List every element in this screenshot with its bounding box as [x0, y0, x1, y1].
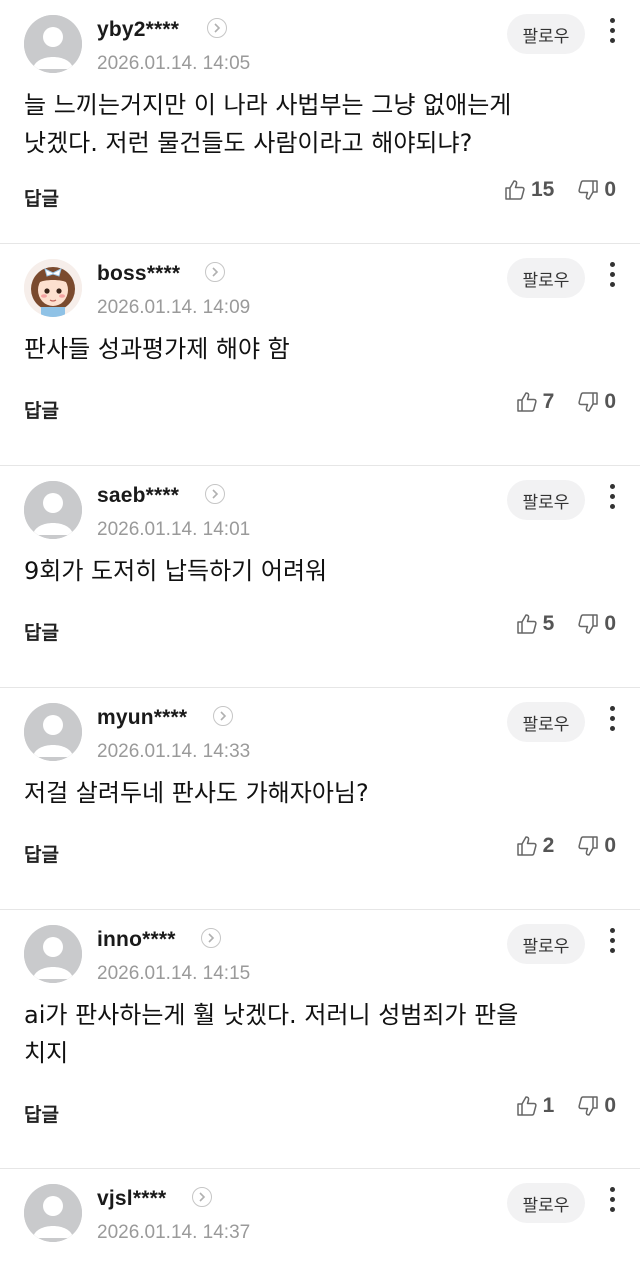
like-count: 15 [530, 178, 555, 201]
nickname[interactable]: saeb**** [97, 484, 179, 508]
reply-button[interactable]: 답글 [24, 1100, 59, 1127]
like-button[interactable]: 15 [503, 178, 554, 202]
nickname[interactable]: myun**** [97, 706, 187, 730]
dislike-count: 0 [604, 612, 616, 635]
nickname[interactable]: inno**** [97, 928, 176, 952]
comment-date: 2026.01.14. 14:15 [97, 963, 251, 984]
dislike-button[interactable]: 0 [576, 178, 616, 202]
more-vertical-icon[interactable] [606, 928, 618, 958]
comment-date: 2026.01.14. 14:33 [97, 741, 251, 762]
dislike-button[interactable]: 0 [576, 834, 616, 858]
comment-item: yby2**** 2026.01.14. 14:05 팔로우 늘 느끼는거지만 … [0, 0, 640, 244]
follow-button[interactable]: 팔로우 [507, 702, 585, 742]
dislike-count: 0 [604, 178, 616, 201]
avatar[interactable] [24, 1184, 82, 1242]
comment-text: 9회가 도저히 납득하기 어려워 [24, 557, 328, 585]
comment-header: myun**** 2026.01.14. 14:33 팔로우 [24, 688, 616, 772]
like-button[interactable]: 2 [515, 834, 555, 858]
more-vertical-icon[interactable] [606, 706, 618, 736]
comment-item: vjsl**** 2026.01.14. 14:37 팔로우 [0, 1169, 640, 1285]
comment-actions: 답글 7 0 [24, 368, 616, 464]
like-button[interactable]: 7 [515, 390, 555, 414]
comment-date: 2026.01.14. 14:05 [97, 53, 251, 74]
comment-text: ai가 판사하는게 훨 낫겠다. 저러니 성범죄가 판을 치지 [24, 1001, 519, 1067]
like-count: 1 [542, 1094, 555, 1117]
chevron-right-icon[interactable] [201, 928, 221, 948]
avatar[interactable] [24, 481, 82, 539]
dislike-count: 0 [604, 1094, 616, 1117]
dislike-button[interactable]: 0 [576, 612, 616, 636]
comment-header: boss**** 2026.01.14. 14:09 팔로우 [24, 244, 616, 328]
thumbs-down-icon [578, 1096, 599, 1116]
comment-item: inno**** 2026.01.14. 14:15 팔로우 ai가 판사하는게… [0, 910, 640, 1169]
nickname[interactable]: yby2**** [97, 18, 179, 42]
dislike-count: 0 [604, 390, 616, 413]
more-vertical-icon[interactable] [606, 18, 618, 48]
comment-actions: 답글 1 0 [24, 1072, 616, 1166]
chevron-right-icon[interactable] [213, 706, 233, 726]
comment-item: myun**** 2026.01.14. 14:33 팔로우 저걸 살려두네 판… [0, 688, 640, 910]
dislike-button[interactable]: 0 [576, 1094, 616, 1118]
like-button[interactable]: 1 [515, 1094, 555, 1118]
comment-list: yby2**** 2026.01.14. 14:05 팔로우 늘 느끼는거지만 … [0, 0, 640, 1285]
more-vertical-icon[interactable] [606, 1187, 618, 1217]
more-vertical-icon[interactable] [606, 484, 618, 514]
follow-button[interactable]: 팔로우 [507, 480, 585, 520]
thumbs-up-icon [505, 180, 525, 200]
chevron-right-icon[interactable] [205, 484, 225, 504]
chevron-right-icon[interactable] [207, 18, 227, 38]
comment-actions: 답글 5 0 [24, 590, 616, 686]
thumbs-up-icon [516, 392, 537, 412]
thumbs-down-icon [578, 180, 599, 200]
like-button[interactable]: 5 [515, 612, 555, 636]
like-count: 2 [542, 834, 555, 857]
thumbs-down-icon [578, 392, 599, 412]
reply-button[interactable]: 답글 [24, 618, 59, 645]
nickname[interactable]: boss**** [97, 262, 180, 286]
comment-date: 2026.01.14. 14:37 [97, 1222, 251, 1243]
thumbs-up-icon [516, 614, 537, 634]
dislike-count: 0 [604, 834, 616, 857]
thumbs-up-icon [516, 836, 537, 856]
chevron-right-icon[interactable] [205, 262, 225, 282]
follow-button[interactable]: 팔로우 [507, 1183, 585, 1223]
dislike-button[interactable]: 0 [576, 390, 616, 414]
avatar[interactable] [24, 15, 82, 73]
reply-button[interactable]: 답글 [24, 396, 59, 423]
comment-item: boss**** 2026.01.14. 14:09 팔로우 판사들 성과평가제… [0, 244, 640, 466]
comment-text: 저걸 살려두네 판사도 가해자아님? [24, 779, 369, 807]
vote-group: 1 0 [493, 1094, 616, 1118]
like-count: 7 [542, 390, 555, 413]
nickname[interactable]: vjsl**** [97, 1187, 166, 1211]
follow-button[interactable]: 팔로우 [507, 924, 585, 964]
comment-header: inno**** 2026.01.14. 14:15 팔로우 [24, 910, 616, 994]
comment-header: vjsl**** 2026.01.14. 14:37 팔로우 [24, 1169, 616, 1253]
like-count: 5 [542, 612, 555, 635]
comment-date: 2026.01.14. 14:01 [97, 519, 251, 540]
vote-group: 15 0 [481, 178, 616, 202]
avatar[interactable] [24, 703, 82, 761]
comment-actions: 답글 2 0 [24, 812, 616, 908]
thumbs-down-icon [578, 614, 599, 634]
vote-group: 2 0 [493, 834, 616, 858]
follow-button[interactable]: 팔로우 [507, 14, 585, 54]
vote-group: 5 0 [493, 612, 616, 636]
avatar[interactable] [24, 259, 82, 317]
comment-header: yby2**** 2026.01.14. 14:05 팔로우 [24, 0, 616, 84]
avatar[interactable] [24, 925, 82, 983]
comment-actions: 답글 15 0 [24, 162, 616, 242]
chevron-right-icon[interactable] [192, 1187, 212, 1207]
more-vertical-icon[interactable] [606, 262, 618, 292]
thumbs-down-icon [578, 836, 599, 856]
comment-date: 2026.01.14. 14:09 [97, 297, 251, 318]
comment-header: saeb**** 2026.01.14. 14:01 팔로우 [24, 466, 616, 550]
follow-button[interactable]: 팔로우 [507, 258, 585, 298]
comment-text: 늘 느끼는거지만 이 나라 사법부는 그냥 없애는게 낫겠다. 저런 물건들도 … [24, 91, 512, 157]
comment-item: saeb**** 2026.01.14. 14:01 팔로우 9회가 도저히 납… [0, 466, 640, 688]
vote-group: 7 0 [493, 390, 616, 414]
comment-text: 판사들 성과평가제 해야 함 [24, 335, 290, 363]
thumbs-up-icon [516, 1096, 537, 1116]
reply-button[interactable]: 답글 [24, 184, 59, 211]
reply-button[interactable]: 답글 [24, 840, 59, 867]
